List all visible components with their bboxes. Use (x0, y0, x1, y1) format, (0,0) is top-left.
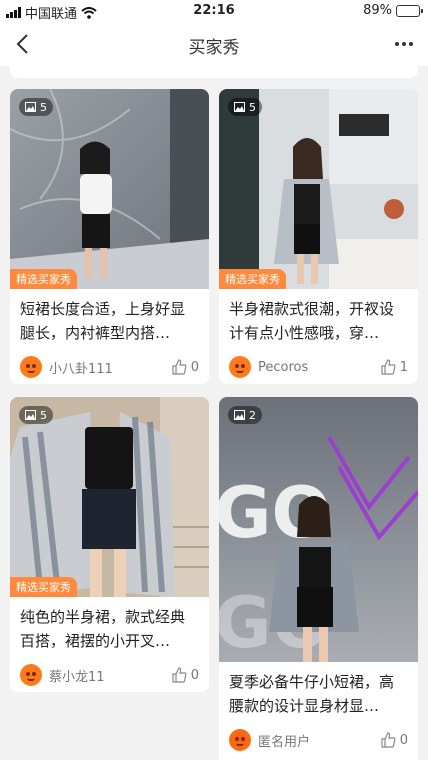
post-title: 短裙长度合适，上身好显腿长，内衬裤型内搭… (20, 300, 186, 342)
username[interactable]: 匿名用户 (258, 731, 380, 750)
like-count: 1 (399, 359, 408, 375)
thumbs-up-icon (172, 359, 187, 375)
post-card[interactable]: 5 精选买家秀 半身裙款式很潮，开衩设计有点小性感哦，穿… Pecoros 1 (219, 89, 418, 384)
image-count-badge: 2 (228, 406, 262, 424)
post-card[interactable]: 5 精选买家秀 短裙长度合适，上身好显腿长，内衬裤型内搭… 小八卦111 0 (10, 89, 209, 384)
avatar[interactable] (229, 729, 251, 751)
like-button[interactable]: 0 (380, 732, 408, 748)
avatar[interactable] (20, 664, 42, 686)
username[interactable]: Pecoros (258, 360, 380, 375)
image-icon (25, 410, 36, 420)
featured-tag: 精选买家秀 (219, 269, 286, 289)
like-button[interactable]: 1 (380, 359, 408, 375)
image-count: 5 (40, 408, 47, 422)
post-image[interactable]: GO GO 2 (219, 397, 418, 662)
like-count: 0 (190, 667, 199, 683)
image-count-badge: 5 (19, 98, 53, 116)
featured-tag: 精选买家秀 (10, 577, 77, 597)
nav-bar: 买家秀 (0, 22, 428, 66)
post-card[interactable]: GO GO 2 夏季必备牛仔小短裙，高腰款的设计显身材显… 匿名用户 0 (219, 397, 418, 760)
avatar[interactable] (229, 356, 251, 378)
previous-card-bottom (10, 66, 418, 78)
post-title: 纯色的半身裙，款式经典百搭，裙摆的小开叉… (20, 608, 186, 650)
image-count: 2 (249, 408, 256, 422)
more-menu-icon[interactable] (390, 30, 418, 58)
post-image[interactable]: 5 精选买家秀 (10, 397, 209, 597)
like-button[interactable]: 0 (171, 359, 199, 375)
status-bar: 中国联通 22:16 89% (0, 0, 428, 22)
post-title: 夏季必备牛仔小短裙，高腰款的设计显身材显… (229, 673, 395, 715)
username[interactable]: 小八卦111 (49, 358, 171, 377)
featured-tag: 精选买家秀 (10, 269, 77, 289)
thumbs-up-icon (381, 732, 396, 748)
image-count: 5 (249, 100, 256, 114)
like-count: 0 (399, 732, 408, 748)
image-count-badge: 5 (19, 406, 53, 424)
image-icon (25, 102, 36, 112)
thumbs-up-icon (172, 667, 187, 683)
like-button[interactable]: 0 (171, 667, 199, 683)
avatar[interactable] (20, 356, 42, 378)
post-title: 半身裙款式很潮，开衩设计有点小性感哦，穿… (229, 300, 395, 342)
image-icon (234, 410, 245, 420)
like-count: 0 (190, 359, 199, 375)
thumbs-up-icon (381, 359, 396, 375)
post-image[interactable]: 5 精选买家秀 (219, 89, 418, 289)
image-count: 5 (40, 100, 47, 114)
username[interactable]: 蔡小龙11 (49, 666, 171, 685)
battery-percent: 89% (363, 3, 392, 18)
page-title: 买家秀 (188, 38, 240, 58)
battery-icon (396, 4, 423, 17)
image-count-badge: 5 (228, 98, 262, 116)
post-image[interactable]: 5 精选买家秀 (10, 89, 209, 289)
image-icon (234, 102, 245, 112)
post-card[interactable]: 5 精选买家秀 纯色的半身裙，款式经典百搭，裙摆的小开叉… 蔡小龙11 0 (10, 397, 209, 692)
